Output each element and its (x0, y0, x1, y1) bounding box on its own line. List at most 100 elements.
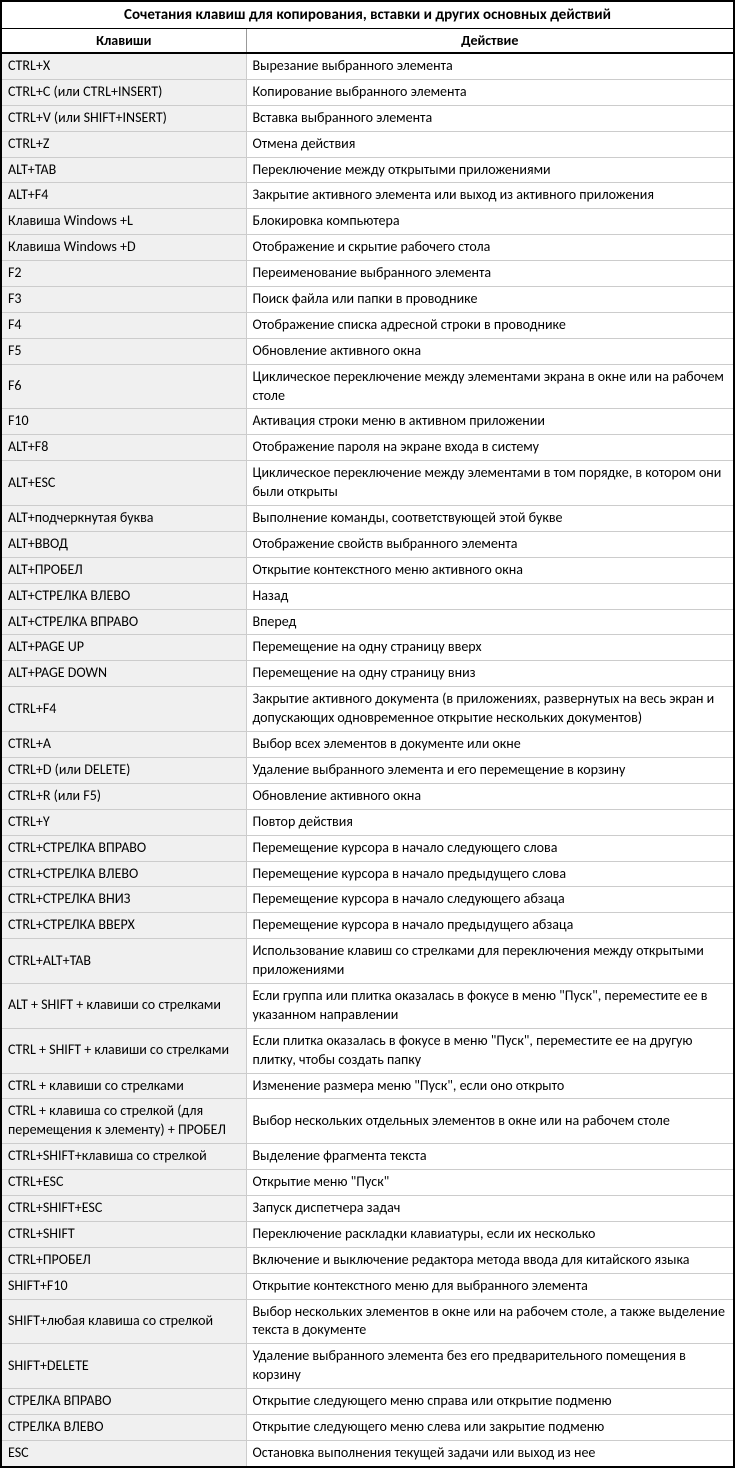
table-row: ALT+PAGE UPПеремещение на одну страницу … (1, 635, 734, 661)
key-cell: СТРЕЛКА ВПРАВО (1, 1389, 246, 1415)
table-row: ALT + SHIFT + клавиши со стрелкамиЕсли г… (1, 983, 734, 1028)
key-cell: F2 (1, 261, 246, 287)
key-cell: ALT+PAGE UP (1, 635, 246, 661)
table-row: ALT+подчеркнутая букваВыполнение команды… (1, 506, 734, 532)
key-cell: СТРЕЛКА ВЛЕВО (1, 1414, 246, 1440)
table-row: SHIFT+DELETEУдаление выбранного элемента… (1, 1344, 734, 1389)
action-cell: Удаление выбранного элемента без его пре… (246, 1344, 734, 1389)
action-cell: Если плитка оказалась в фокусе в меню "П… (246, 1028, 734, 1073)
table-row: ALT+F4Закрытие активного элемента или вы… (1, 183, 734, 209)
table-row: ALT+СТРЕЛКА ВПРАВОВперед (1, 609, 734, 635)
key-cell: ALT+PAGE DOWN (1, 661, 246, 687)
action-cell: Переименование выбранного элемента (246, 261, 734, 287)
table-row: CTRL+R (или F5)Обновление активного окна (1, 783, 734, 809)
table-row: F2Переименование выбранного элемента (1, 261, 734, 287)
action-cell: Перемещение на одну страницу вверх (246, 635, 734, 661)
action-cell: Обновление активного окна (246, 338, 734, 364)
action-cell: Поиск файла или папки в проводнике (246, 287, 734, 313)
table-row: CTRL+ZОтмена действия (1, 131, 734, 157)
key-cell: ESC (1, 1440, 246, 1466)
table-row: CTRL+V (или SHIFT+INSERT)Вставка выбранн… (1, 105, 734, 131)
table-row: Клавиша Windows +DОтображение и скрытие … (1, 235, 734, 261)
action-cell: Выделение фрагмента текста (246, 1144, 734, 1170)
action-cell: Включение и выключение редактора метода … (246, 1247, 734, 1273)
table-row: ESCОстановка выполнения текущей задачи и… (1, 1440, 734, 1466)
action-cell: Назад (246, 583, 734, 609)
table-row: ALT+ВВОДОтображение свойств выбранного э… (1, 531, 734, 557)
action-cell: Перемещение на одну страницу вниз (246, 661, 734, 687)
action-cell: Активация строки меню в активном приложе… (246, 409, 734, 435)
action-cell: Открытие следующего меню справа или откр… (246, 1389, 734, 1415)
table-row: F3Поиск файла или папки в проводнике (1, 287, 734, 313)
key-cell: CTRL+A (1, 732, 246, 758)
table-row: CTRL+СТРЕЛКА ВВЕРХПеремещение курсора в … (1, 913, 734, 939)
action-cell: Перемещение курсора в начало следующего … (246, 887, 734, 913)
key-cell: CTRL+F4 (1, 687, 246, 732)
action-cell: Отображение списка адресной строки в про… (246, 312, 734, 338)
key-cell: F5 (1, 338, 246, 364)
key-cell: CTRL+SHIFT+ESC (1, 1195, 246, 1221)
key-cell: F4 (1, 312, 246, 338)
table-row: СТРЕЛКА ВПРАВООткрытие следующего меню с… (1, 1389, 734, 1415)
table-row: ALT+PAGE DOWNПеремещение на одну страниц… (1, 661, 734, 687)
action-cell: Вперед (246, 609, 734, 635)
action-cell: Выбор нескольких элементов в окне или на… (246, 1299, 734, 1344)
action-cell: Остановка выполнения текущей задачи или … (246, 1440, 734, 1466)
table-row: Клавиша Windows +LБлокировка компьютера (1, 209, 734, 235)
table-row: CTRL+ПРОБЕЛВключение и выключение редакт… (1, 1247, 734, 1273)
key-cell: CTRL+СТРЕЛКА ВВЕРХ (1, 913, 246, 939)
table-row: F5Обновление активного окна (1, 338, 734, 364)
table-row: CTRL+СТРЕЛКА ВЛЕВОПеремещение курсора в … (1, 861, 734, 887)
action-cell: Переключение раскладки клавиатуры, если … (246, 1221, 734, 1247)
table-row: CTRL+SHIFT+клавиша со стрелкойВыделение … (1, 1144, 734, 1170)
action-cell: Выбор всех элементов в документе или окн… (246, 732, 734, 758)
key-cell: ALT+СТРЕЛКА ВЛЕВО (1, 583, 246, 609)
table-row: CTRL+C (или CTRL+INSERT)Копирование выбр… (1, 79, 734, 105)
action-cell: Если группа или плитка оказалась в фокус… (246, 983, 734, 1028)
key-cell: ALT+F4 (1, 183, 246, 209)
action-cell: Перемещение курсора в начало предыдущего… (246, 861, 734, 887)
key-cell: ALT+СТРЕЛКА ВПРАВО (1, 609, 246, 635)
key-cell: CTRL+СТРЕЛКА ВПРАВО (1, 835, 246, 861)
key-cell: F10 (1, 409, 246, 435)
key-cell: CTRL+ALT+TAB (1, 939, 246, 984)
key-cell: CTRL+SHIFT (1, 1221, 246, 1247)
action-cell: Закрытие активного документа (в приложен… (246, 687, 734, 732)
table-row: CTRL+D (или DELETE)Удаление выбранного э… (1, 757, 734, 783)
action-cell: Вставка выбранного элемента (246, 105, 734, 131)
action-cell: Отображение и скрытие рабочего стола (246, 235, 734, 261)
key-cell: ALT+ПРОБЕЛ (1, 557, 246, 583)
action-cell: Отмена действия (246, 131, 734, 157)
table-row: F6Циклическое переключение между элемент… (1, 364, 734, 409)
table-row: SHIFT+любая клавиша со стрелкойВыбор нес… (1, 1299, 734, 1344)
key-cell: CTRL+СТРЕЛКА ВЛЕВО (1, 861, 246, 887)
key-cell: F6 (1, 364, 246, 409)
table-row: CTRL + клавиша со стрелкой (для перемеще… (1, 1099, 734, 1144)
key-cell: CTRL+R (или F5) (1, 783, 246, 809)
key-cell: CTRL+X (1, 53, 246, 79)
key-cell: CTRL+ESC (1, 1170, 246, 1196)
key-cell: SHIFT+DELETE (1, 1344, 246, 1389)
key-cell: ALT+подчеркнутая буква (1, 506, 246, 532)
action-cell: Перемещение курсора в начало следующего … (246, 835, 734, 861)
action-cell: Вырезание выбранного элемента (246, 53, 734, 79)
key-cell: F3 (1, 287, 246, 313)
key-cell: CTRL + клавиши со стрелками (1, 1073, 246, 1099)
action-cell: Открытие контекстного меню активного окн… (246, 557, 734, 583)
table-row: ALT+F8Отображение пароля на экране входа… (1, 435, 734, 461)
key-cell: ALT+ESC (1, 461, 246, 506)
action-cell: Обновление активного окна (246, 783, 734, 809)
key-cell: ALT+TAB (1, 157, 246, 183)
action-cell: Копирование выбранного элемента (246, 79, 734, 105)
key-cell: CTRL+C (или CTRL+INSERT) (1, 79, 246, 105)
action-cell: Использование клавиш со стрелками для пе… (246, 939, 734, 984)
table-row: CTRL+ALT+TABИспользование клавиш со стре… (1, 939, 734, 984)
action-cell: Перемещение курсора в начало предыдущего… (246, 913, 734, 939)
table-row: CTRL+SHIFT+ESCЗапуск диспетчера задач (1, 1195, 734, 1221)
key-cell: Клавиша Windows +D (1, 235, 246, 261)
key-cell: SHIFT+F10 (1, 1273, 246, 1299)
table-row: SHIFT+F10Открытие контекстного меню для … (1, 1273, 734, 1299)
table-row: F4Отображение списка адресной строки в п… (1, 312, 734, 338)
table-row: CTRL+СТРЕЛКА ВНИЗПеремещение курсора в н… (1, 887, 734, 913)
key-cell: CTRL+D (или DELETE) (1, 757, 246, 783)
